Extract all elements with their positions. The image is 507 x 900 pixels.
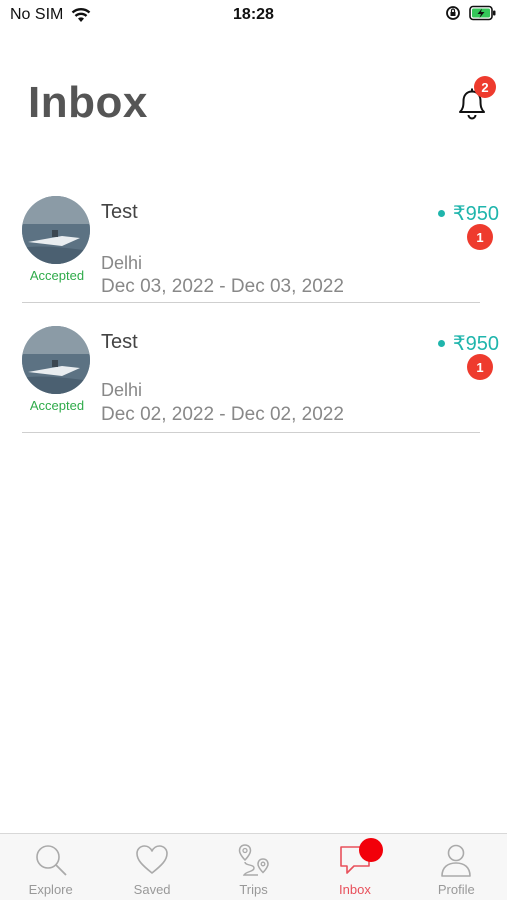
new-message-dot <box>359 838 384 862</box>
tab-label: Trips <box>239 882 268 897</box>
avatar <box>22 196 90 264</box>
date-range-label: Dec 03, 2022 - Dec 03, 2022 <box>101 276 344 297</box>
price-dot-icon <box>437 340 445 347</box>
tab-label: Explore <box>28 882 73 897</box>
tab-saved[interactable]: Saved <box>101 834 202 900</box>
heart-icon <box>136 845 168 874</box>
unread-badge: 1 <box>467 354 493 380</box>
conversation-item[interactable]: Accepted Test ₹950 1 Delhi Dec 02, 2022 … <box>0 320 507 440</box>
divider <box>22 302 480 303</box>
notification-count-badge: 2 <box>474 76 496 98</box>
person-icon <box>441 844 472 877</box>
avatar <box>22 326 90 394</box>
location-label: Delhi <box>101 380 143 400</box>
divider <box>22 432 480 433</box>
status-time: 18:28 <box>233 6 274 23</box>
tab-profile[interactable]: Profile <box>406 834 507 900</box>
booking-status: Accepted <box>29 268 85 283</box>
tab-explore[interactable]: Explore <box>0 834 101 900</box>
booking-status: Accepted <box>29 398 85 413</box>
search-icon <box>35 845 67 876</box>
orientation-lock-icon <box>446 6 460 20</box>
date-range-label: Dec 02, 2022 - Dec 02, 2022 <box>101 404 344 425</box>
tab-bar: Explore Saved Trips Inbox Profile <box>0 833 507 900</box>
conversation-item[interactable]: Accepted Test ₹950 1 Delhi Dec 03, 2022 … <box>0 190 507 310</box>
tab-trips[interactable]: Trips <box>203 834 304 900</box>
conversation-name: Test <box>101 201 138 223</box>
location-label: Delhi <box>101 253 143 273</box>
price-label: ₹950 <box>452 333 499 355</box>
price-dot-icon <box>437 210 445 217</box>
unread-badge: 1 <box>467 224 493 250</box>
price-label: ₹950 <box>452 203 499 225</box>
status-bar: No SIM 18:28 <box>0 0 507 32</box>
tab-inbox[interactable]: Inbox <box>304 834 405 900</box>
tab-label: Inbox <box>339 882 371 897</box>
tab-label: Saved <box>133 882 171 897</box>
route-pin-icon <box>238 844 269 876</box>
tab-label: Profile <box>437 882 475 897</box>
battery-charging-icon <box>469 5 496 21</box>
conversation-name: Test <box>101 331 138 353</box>
page-title: Inbox <box>28 78 148 127</box>
